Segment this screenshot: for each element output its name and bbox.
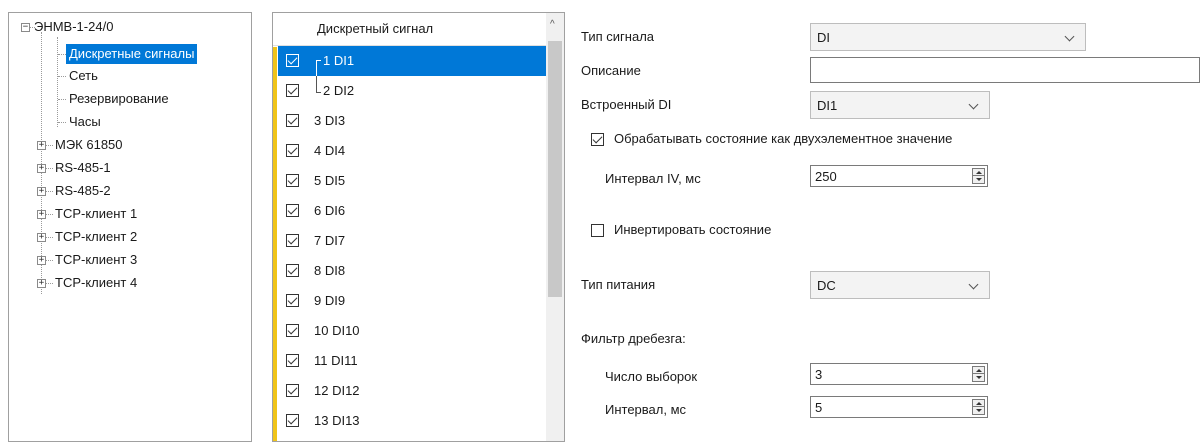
column-header-label: Дискретный сигнал — [317, 21, 434, 36]
accent-bar — [273, 47, 277, 441]
samples-stepper[interactable]: 3 — [810, 363, 988, 385]
power-type-value: DC — [817, 278, 836, 293]
chevron-down-icon — [1064, 31, 1075, 42]
signal-checkbox[interactable] — [286, 204, 299, 217]
signal-row[interactable]: 11 DI11 — [278, 346, 546, 376]
signal-list[interactable]: Дискретный сигнал 1 DI1 2 DI2 3 DI3 4 DI… — [272, 12, 565, 442]
spin-buttons-icon[interactable] — [972, 399, 985, 415]
power-type-label: Тип питания — [581, 277, 656, 292]
chevron-down-icon — [968, 99, 979, 110]
vertical-scrollbar[interactable]: ^ — [546, 13, 564, 441]
tree-item-network[interactable]: Сеть — [69, 66, 98, 86]
tree-item-iec61850[interactable]: МЭК 61850 — [55, 135, 123, 155]
signal-label: 5 DI5 — [314, 173, 346, 188]
signal-label: 13 DI13 — [314, 413, 360, 428]
chevron-down-icon — [968, 279, 979, 290]
signal-checkbox[interactable] — [286, 234, 299, 247]
description-label: Описание — [581, 63, 641, 78]
signal-checkbox[interactable] — [286, 294, 299, 307]
expand-icon[interactable]: + — [37, 187, 46, 196]
signal-type-label: Тип сигнала — [581, 29, 655, 44]
signal-row[interactable]: 4 DI4 — [278, 136, 546, 166]
tree-item-tcp-client-1[interactable]: TCP-клиент 1 — [55, 204, 137, 224]
signal-row[interactable]: 7 DI7 — [278, 226, 546, 256]
signal-label: 2 DI2 — [323, 83, 355, 98]
signal-row[interactable]: 2 DI2 — [278, 76, 546, 106]
signal-row[interactable]: 1 DI1 — [278, 46, 546, 76]
signal-label: 10 DI10 — [314, 323, 360, 338]
interval-iv-value: 250 — [815, 169, 837, 184]
expand-icon[interactable]: + — [37, 210, 46, 219]
signal-type-select[interactable]: DI — [810, 23, 1086, 51]
interval-iv-label: Интервал IV, мс — [605, 171, 701, 186]
signal-label: 12 DI12 — [314, 383, 360, 398]
tree-item-redundancy[interactable]: Резервирование — [69, 89, 169, 109]
tree-root-label[interactable]: ЭНМВ-1-24/0 — [34, 17, 113, 37]
signal-label: 6 DI6 — [314, 203, 346, 218]
signal-row[interactable]: 6 DI6 — [278, 196, 546, 226]
debounce-interval-label: Интервал, мс — [605, 402, 687, 417]
signal-label: 9 DI9 — [314, 293, 346, 308]
settings-tree[interactable]: − ЭНМВ-1-24/0 Дискретные сигналы Сеть Ре… — [8, 12, 252, 442]
scrollbar-thumb[interactable] — [548, 41, 562, 297]
debounce-filter-label: Фильтр дребезга: — [581, 331, 686, 346]
builtin-di-label: Встроенный DI — [581, 97, 672, 112]
signal-checkbox[interactable] — [286, 144, 299, 157]
tree-item-tcp-client-2[interactable]: TCP-клиент 2 — [55, 227, 137, 247]
signal-checkbox[interactable] — [286, 264, 299, 277]
tree-item-rs485-2[interactable]: RS-485-2 — [55, 181, 111, 201]
expand-icon[interactable]: + — [37, 279, 46, 288]
signal-row[interactable]: 8 DI8 — [278, 256, 546, 286]
signal-checkbox[interactable] — [286, 354, 299, 367]
spin-buttons-icon[interactable] — [972, 366, 985, 382]
signal-row[interactable]: 5 DI5 — [278, 166, 546, 196]
signal-type-value: DI — [817, 30, 830, 45]
collapse-icon[interactable]: − — [21, 23, 30, 32]
expand-icon[interactable]: + — [37, 141, 46, 150]
debounce-interval-value: 5 — [815, 400, 823, 415]
expand-icon[interactable]: + — [37, 233, 46, 242]
signal-checkbox[interactable] — [286, 414, 299, 427]
tree-item-discrete-signals[interactable]: Дискретные сигналы — [66, 44, 198, 64]
expand-icon[interactable]: + — [37, 256, 46, 265]
signal-label: 11 DI11 — [314, 353, 358, 368]
two-element-checkbox[interactable] — [591, 133, 604, 146]
builtin-di-select[interactable]: DI1 — [810, 91, 990, 119]
tree-item-tcp-client-3[interactable]: TCP-клиент 3 — [55, 250, 137, 270]
tree-item-label: Дискретные сигналы — [69, 46, 195, 61]
samples-value: 3 — [815, 367, 823, 382]
signal-label: 3 DI3 — [314, 113, 346, 128]
spin-buttons-icon[interactable] — [972, 168, 985, 184]
tree-item-clock[interactable]: Часы — [69, 112, 101, 132]
signal-checkbox[interactable] — [286, 174, 299, 187]
scroll-up-icon[interactable]: ^ — [550, 19, 555, 30]
signal-checkbox[interactable] — [286, 114, 299, 127]
signal-row[interactable]: 3 DI3 — [278, 106, 546, 136]
signal-checkbox[interactable] — [286, 84, 299, 97]
signal-row[interactable]: 12 DI12 — [278, 376, 546, 406]
builtin-di-value: DI1 — [817, 98, 838, 113]
signal-row[interactable]: 10 DI10 — [278, 316, 546, 346]
signal-row[interactable]: 9 DI9 — [278, 286, 546, 316]
two-element-label[interactable]: Обрабатывать состояние как двухэлементно… — [614, 131, 952, 147]
signal-checkbox[interactable] — [286, 324, 299, 337]
signal-checkbox[interactable] — [286, 54, 299, 67]
tree-item-rs485-1[interactable]: RS-485-1 — [55, 158, 111, 178]
invert-label[interactable]: Инвертировать состояние — [614, 222, 771, 238]
invert-checkbox[interactable] — [591, 224, 604, 237]
description-field[interactable] — [810, 57, 1200, 83]
signal-list-header[interactable]: Дискретный сигнал — [273, 13, 546, 46]
samples-label: Число выборок — [605, 369, 698, 384]
power-type-select[interactable]: DC — [810, 271, 990, 299]
interval-iv-stepper[interactable]: 250 — [810, 165, 988, 187]
signal-label: 4 DI4 — [314, 143, 346, 158]
signal-checkbox[interactable] — [286, 384, 299, 397]
signal-label: 8 DI8 — [314, 263, 346, 278]
debounce-interval-stepper[interactable]: 5 — [810, 396, 988, 418]
expand-icon[interactable]: + — [37, 164, 46, 173]
signal-label: 1 DI1 — [323, 53, 355, 68]
signal-label: 7 DI7 — [314, 233, 346, 248]
tree-item-tcp-client-4[interactable]: TCP-клиент 4 — [55, 273, 137, 293]
